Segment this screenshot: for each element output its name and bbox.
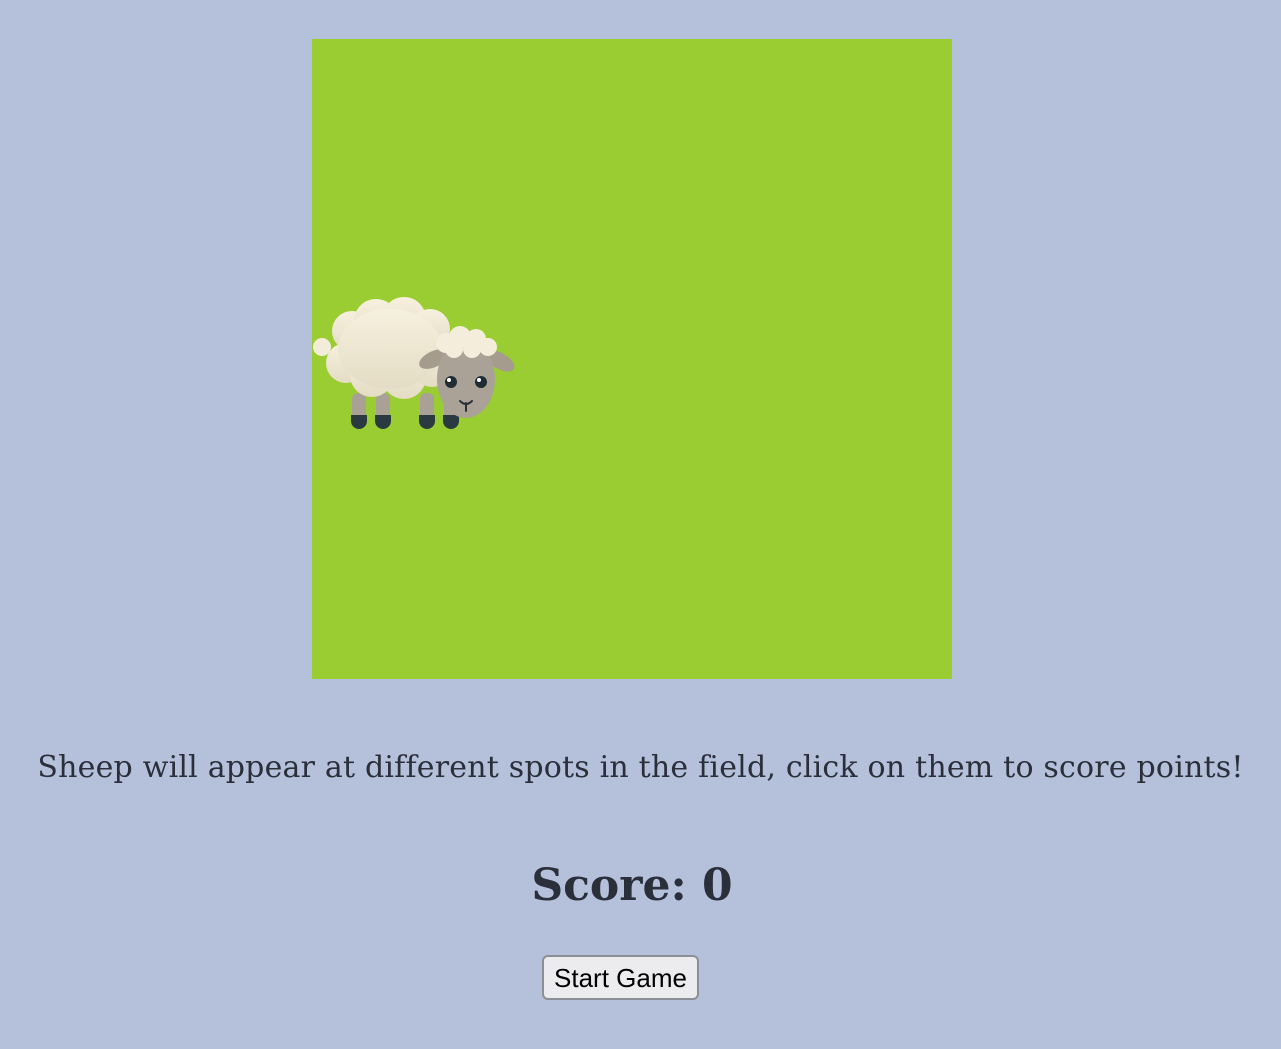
instructions-text: Sheep will appear at different spots in … [37,750,1244,785]
game-field[interactable] [312,39,952,679]
start-game-button[interactable]: Start Game [542,955,699,1000]
score-display: Score: 0 [531,860,733,911]
sheep-icon[interactable] [312,287,522,437]
